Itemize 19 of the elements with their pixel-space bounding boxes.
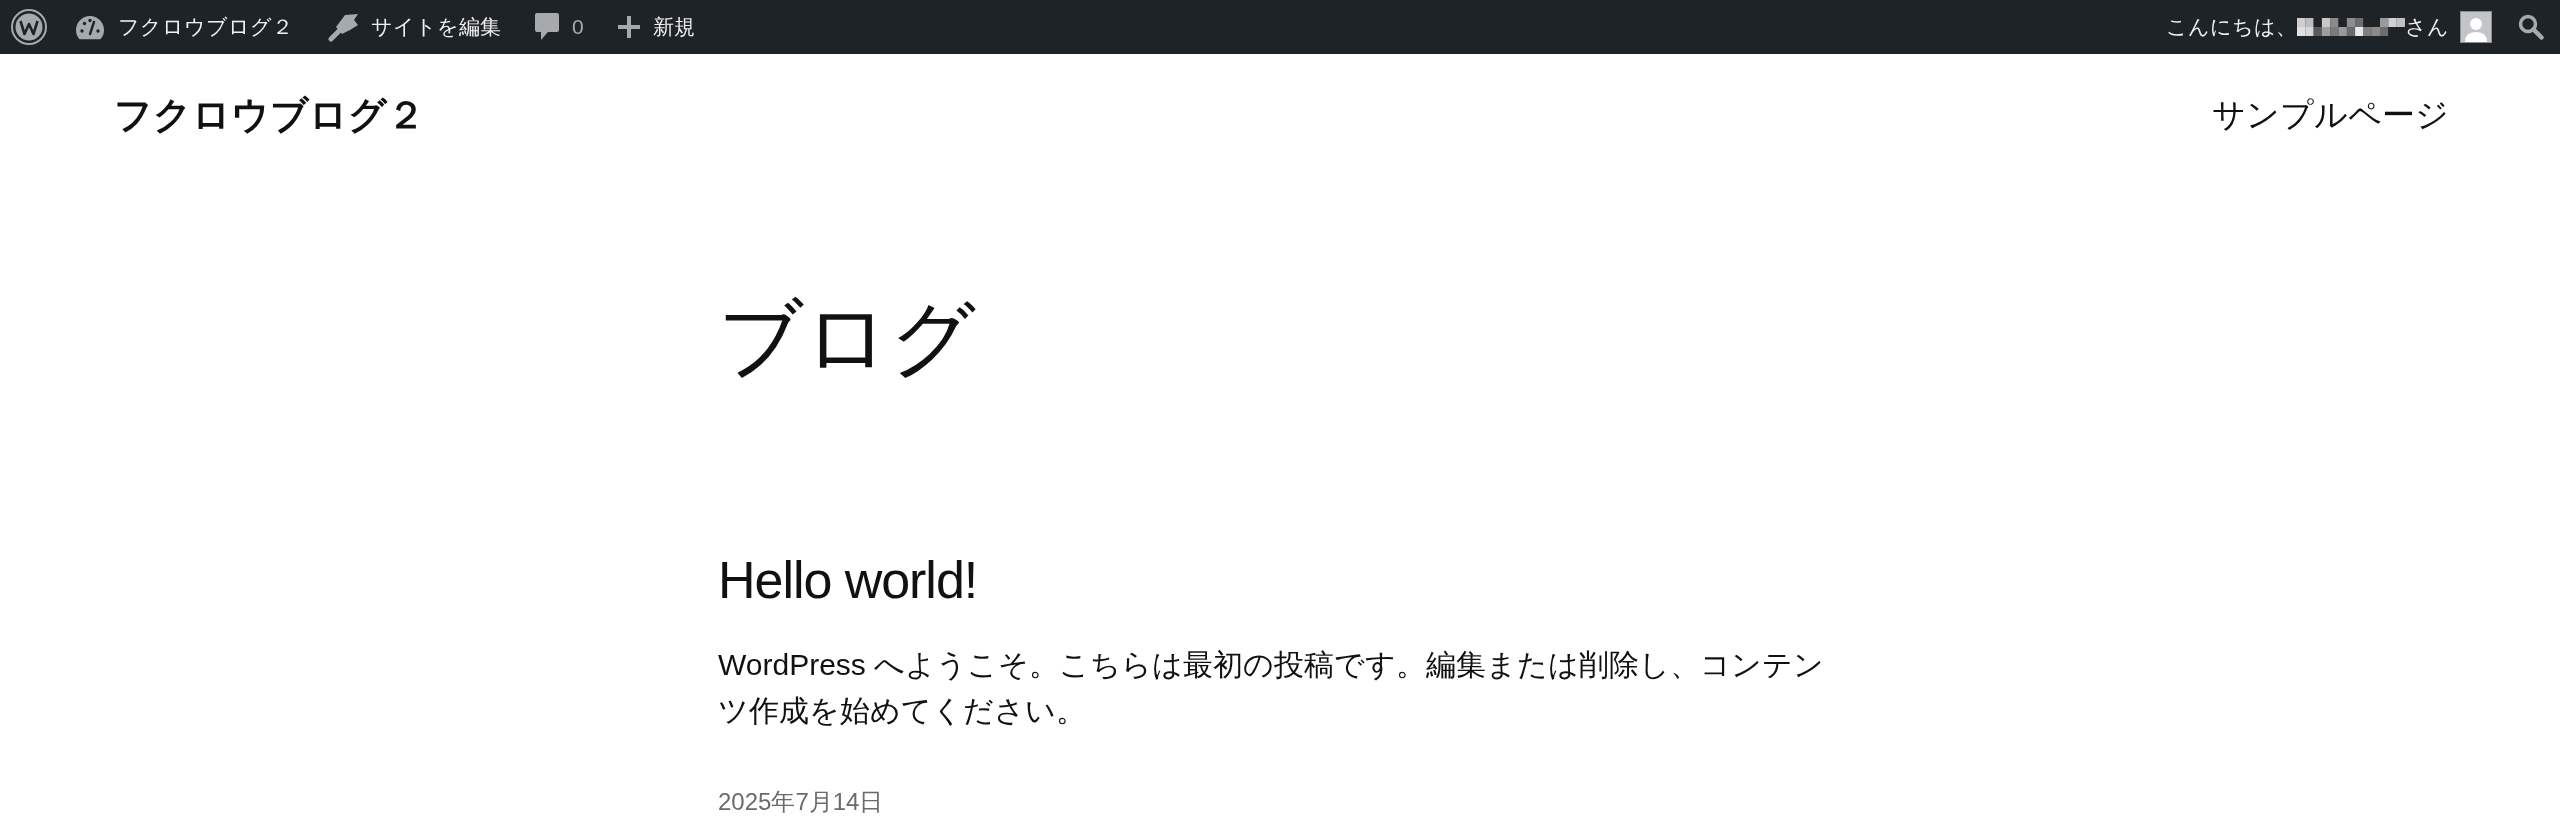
- plus-icon: [617, 16, 640, 38]
- post-date: 2025年7月14日: [718, 787, 885, 818]
- logo-icon[interactable]: [11, 9, 47, 45]
- edit-site-link[interactable]: サイトを編集: [327, 12, 501, 42]
- post-excerpt: WordPress へようこそ。こちらは最初の投稿です。編集または削除し、コンテンツ作成を始めてください。: [718, 647, 1826, 730]
- new-content-link[interactable]: 新規: [617, 14, 695, 40]
- comments-link[interactable]: 0: [535, 13, 584, 41]
- greeting-suffix-text[interactable]: さん: [2405, 14, 2449, 40]
- nav-link[interactable]: サンプルページ: [2212, 92, 2449, 138]
- page-title: ブログ: [718, 290, 977, 387]
- gauge-icon: [75, 14, 105, 40]
- post-title[interactable]: Hello world!: [718, 550, 978, 609]
- site-name-link[interactable]: フクロウブログ２: [75, 14, 293, 40]
- greeting-text[interactable]: こんにちは、: [2166, 14, 2297, 40]
- brush-icon: [327, 12, 358, 42]
- site-title[interactable]: フクロウブログ２: [114, 89, 425, 141]
- search-icon[interactable]: [2518, 14, 2544, 40]
- avatar-icon[interactable]: [2460, 11, 2492, 43]
- speech-bubble-icon: [535, 13, 559, 41]
